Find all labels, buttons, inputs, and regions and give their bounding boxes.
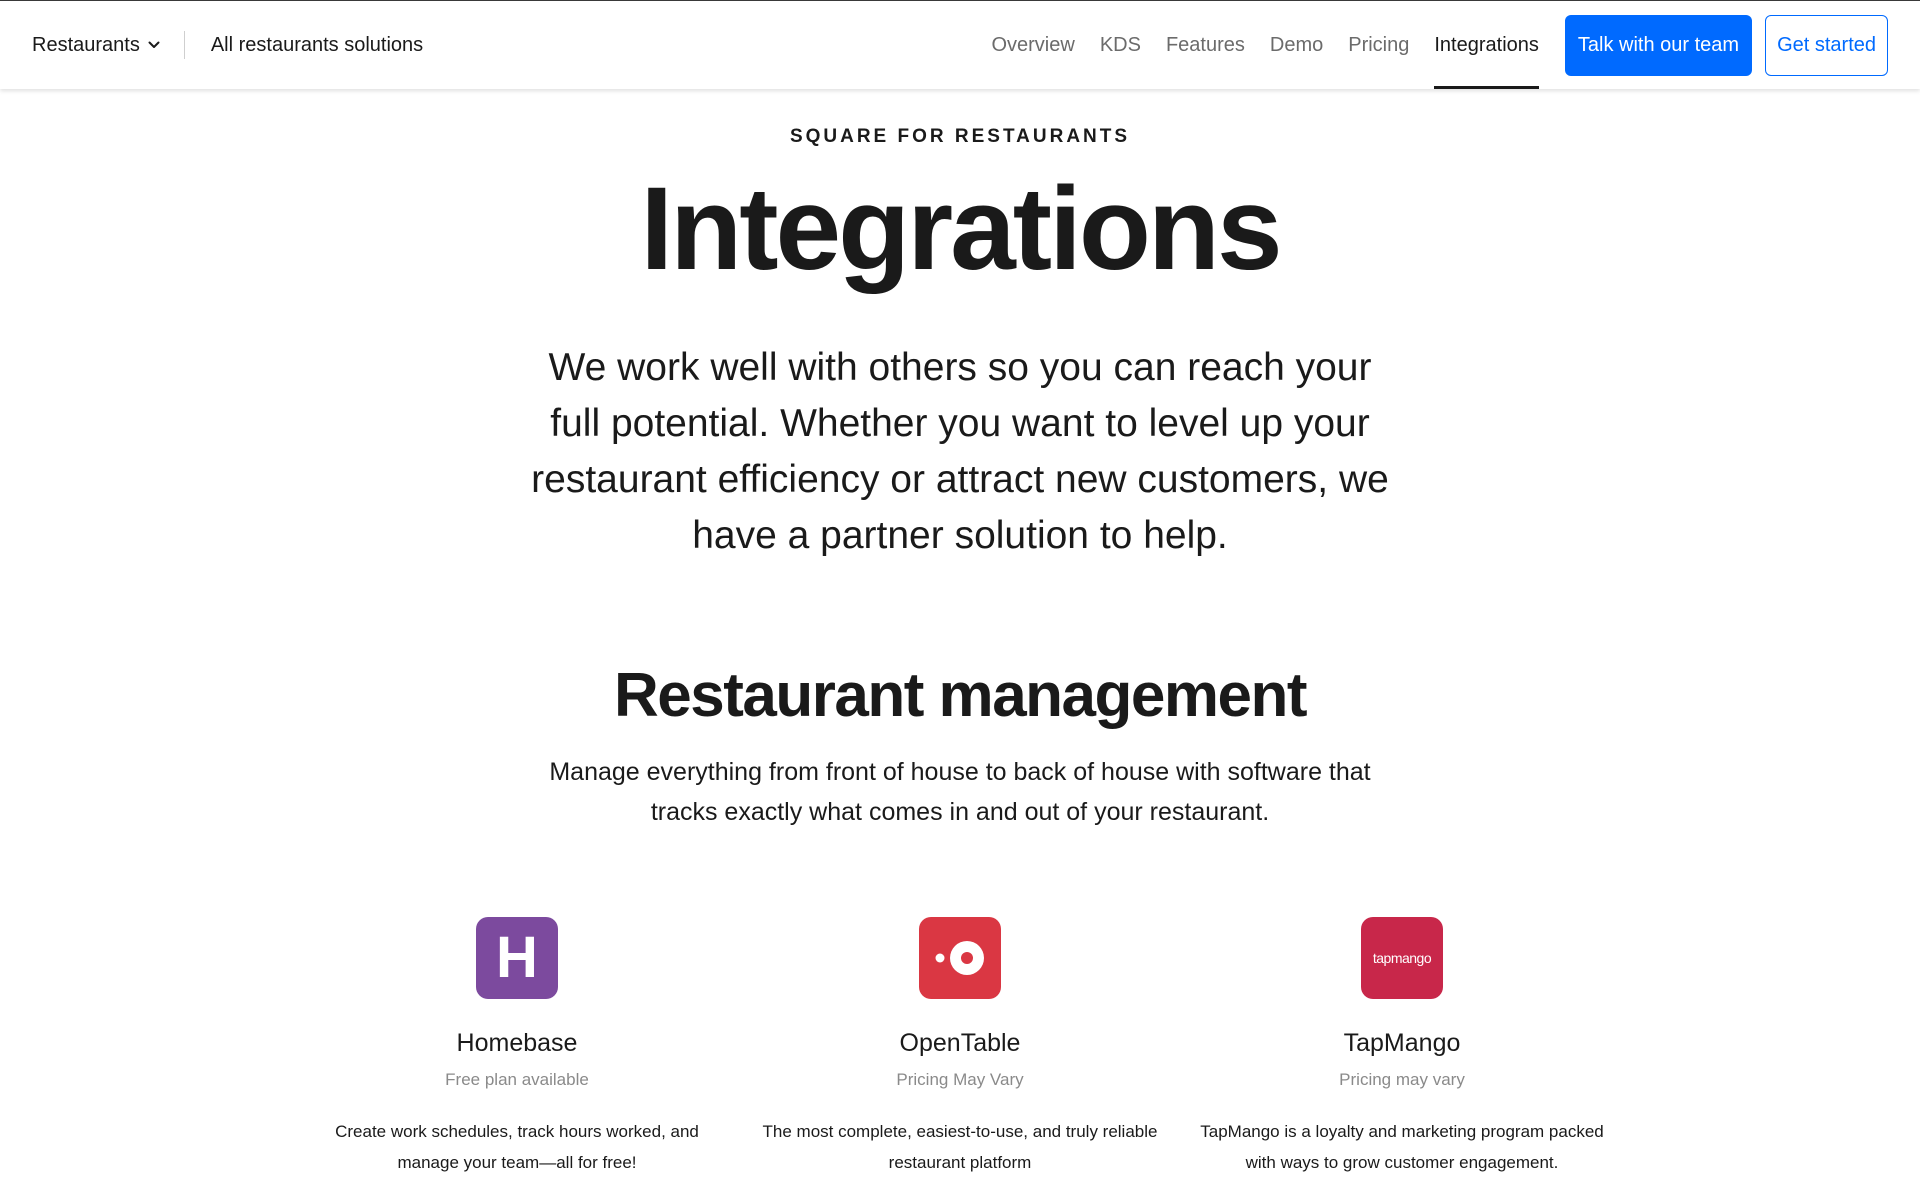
tapmango-logo-text: tapmango — [1372, 950, 1432, 966]
all-restaurants-solutions-link[interactable]: All restaurants solutions — [211, 34, 423, 57]
hero-eyebrow: SQUARE FOR RESTAURANTS — [789, 126, 1131, 147]
card-name: TapMango — [1343, 1029, 1461, 1057]
chevron-down-icon — [148, 39, 160, 51]
card-description: Create work schedules, track hours worke… — [335, 1122, 699, 1172]
nav-link-integrations[interactable]: Integrations — [1434, 1, 1539, 89]
card-opentable[interactable]: OpenTable Pricing May Vary The most comp… — [750, 917, 1170, 1178]
integration-cards: H Homebase Free plan available Create wo… — [0, 917, 1920, 1200]
tapmango-logo-icon: tapmango — [1361, 917, 1443, 999]
restaurant-management-section: Restaurant management Manage everything … — [0, 661, 1920, 832]
hero-section: SQUARE FOR RESTAURANTS Integrations We w… — [0, 90, 1920, 564]
nav-divider — [183, 31, 185, 59]
nav-link-demo[interactable]: Demo — [1270, 1, 1323, 89]
homebase-logo-icon: H — [476, 917, 558, 999]
card-description: The most complete, easiest-to-use, and t… — [762, 1122, 1158, 1172]
nav-link-features[interactable]: Features — [1166, 1, 1245, 89]
card-name: OpenTable — [899, 1029, 1021, 1057]
card-price: Pricing May Vary — [896, 1070, 1024, 1089]
hero-lead: We work well with others so you can reac… — [531, 345, 1389, 557]
nav-link-pricing[interactable]: Pricing — [1348, 1, 1409, 89]
card-price: Pricing may vary — [1339, 1070, 1465, 1089]
top-navigation: Restaurants All restaurants solutions Ov… — [0, 1, 1920, 89]
talk-with-our-team-button[interactable]: Talk with our team — [1564, 14, 1753, 76]
page-title: Integrations — [640, 163, 1282, 295]
section-description: Manage everything from front of house to… — [549, 758, 1371, 827]
get-started-button[interactable]: Get started — [1765, 14, 1888, 76]
card-name: Homebase — [456, 1029, 578, 1057]
opentable-logo-icon — [919, 917, 1001, 999]
restaurants-menu[interactable]: Restaurants — [32, 34, 160, 57]
card-homebase[interactable]: H Homebase Free plan available Create wo… — [307, 917, 727, 1178]
nav-link-kds[interactable]: KDS — [1100, 1, 1141, 89]
card-tapmango[interactable]: tapmango TapMango Pricing may vary TapMa… — [1192, 917, 1612, 1178]
restaurants-menu-label: Restaurants — [32, 33, 140, 56]
section-title: Restaurant management — [613, 661, 1308, 730]
homebase-logo-letter: H — [496, 925, 538, 990]
nav-right-group: Overview KDS Features Demo Pricing Integ… — [966, 1, 1920, 89]
card-description: TapMango is a loyalty and marketing prog… — [1200, 1122, 1604, 1172]
nav-link-overview[interactable]: Overview — [991, 1, 1074, 89]
card-price: Free plan available — [445, 1070, 589, 1089]
nav-left-group: Restaurants All restaurants solutions — [0, 1, 423, 89]
